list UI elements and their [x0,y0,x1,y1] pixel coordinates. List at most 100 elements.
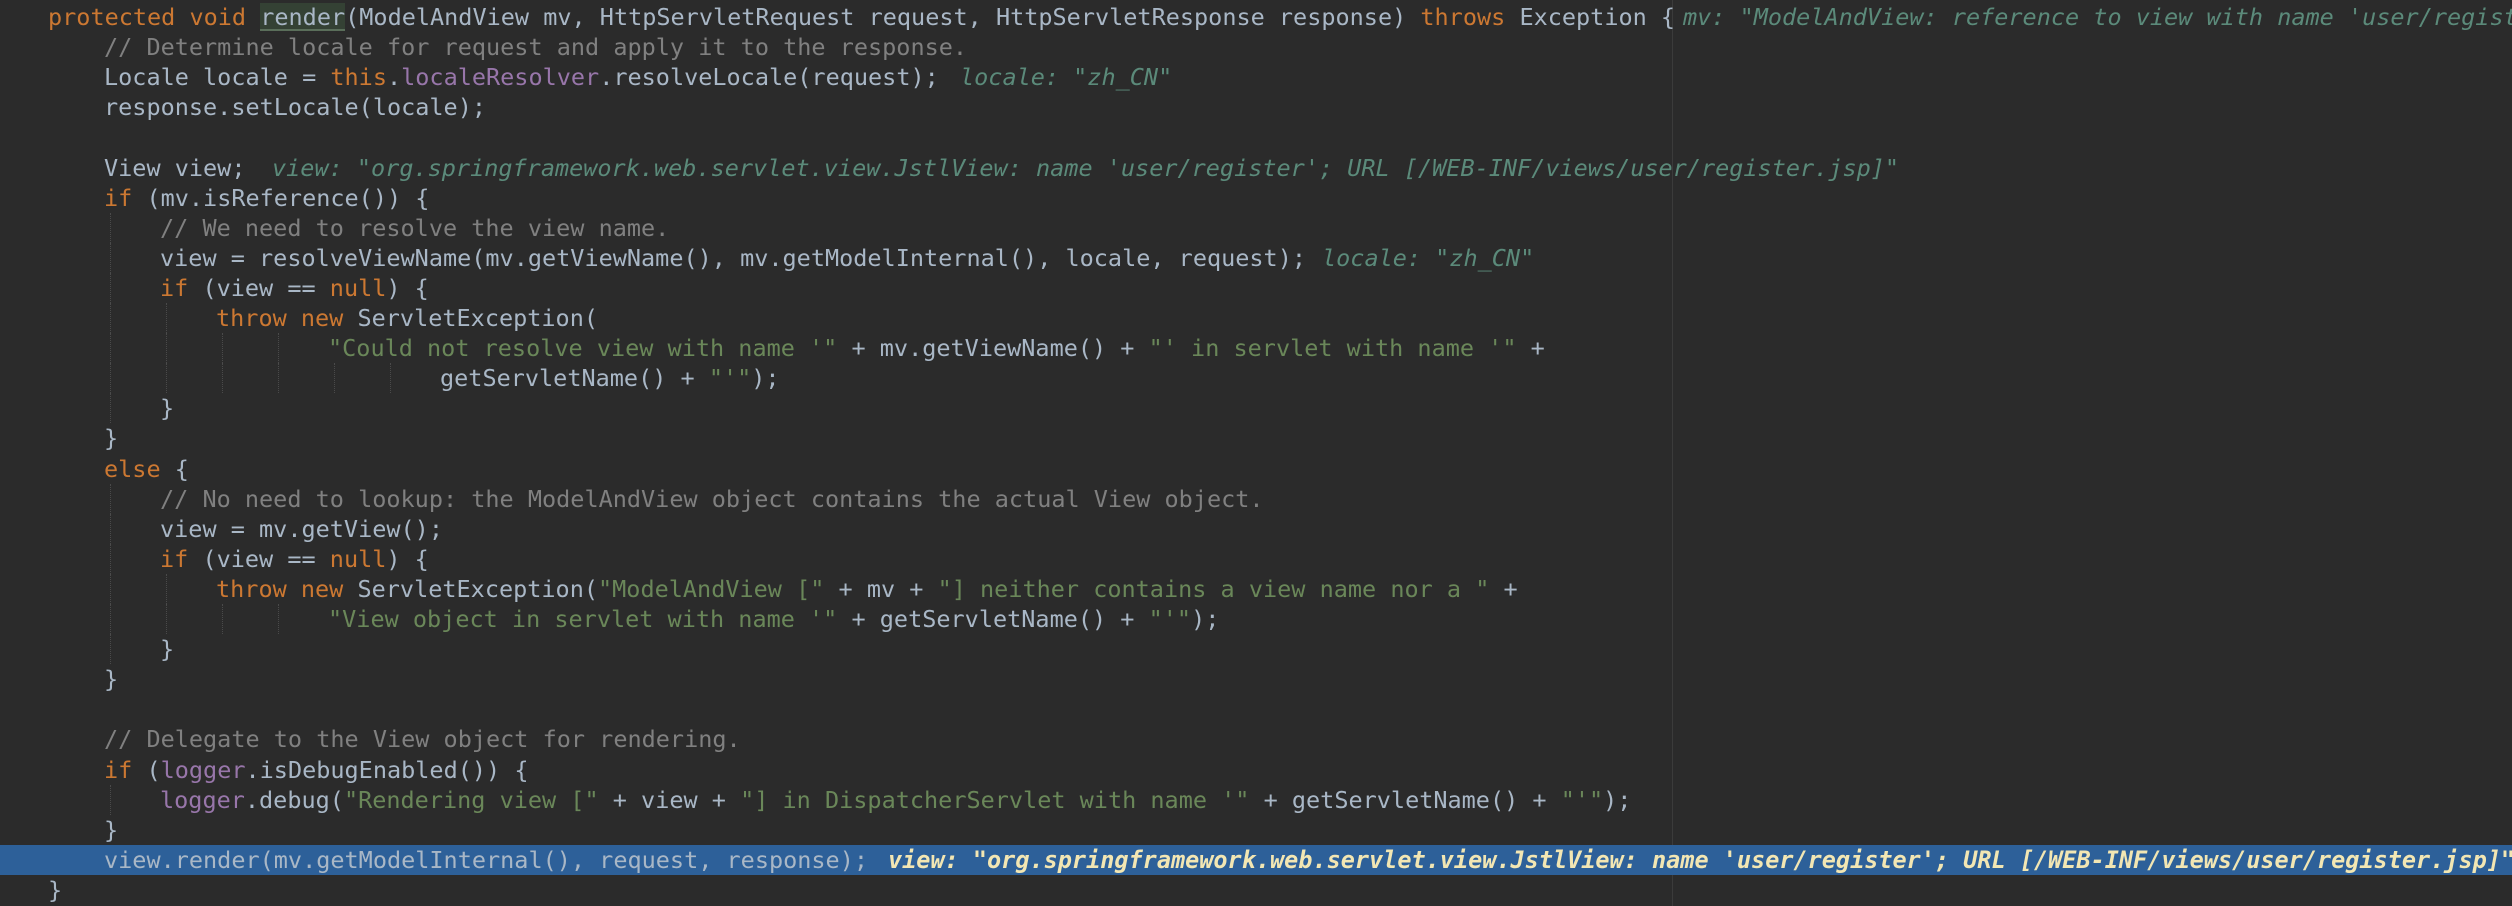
code-line[interactable]: if (logger.isDebugEnabled()) { [0,755,2512,785]
code-line[interactable]: if (mv.isReference()) { [0,183,2512,213]
code-text: // No need to lookup: the ModelAndView o… [160,484,1264,514]
indent-guide [110,333,111,364]
code-token: } [160,394,175,423]
indent-guide [166,604,167,634]
comment-token: // We need to resolve the view name. [160,213,670,242]
string-token: "'" [708,364,752,393]
indent-guide [110,272,111,303]
code-line[interactable]: } [0,634,2512,665]
code-line[interactable] [0,122,2512,152]
code-line[interactable]: "Could not resolve view with name '" + m… [0,333,2512,364]
code-line[interactable]: throw new ServletException( [0,303,2512,333]
code-token: view = mv.getView(); [160,514,443,543]
code-text: getServletName() + "'"); [440,363,780,393]
code-line[interactable]: getServletName() + "'"); [0,363,2512,394]
string-token: "Rendering view [" [343,785,599,814]
keyword-token: protected void [48,3,261,31]
code-text: } [104,815,118,845]
code-text: // Determine locale for request and appl… [104,32,967,62]
indent-guide [278,363,279,394]
code-line[interactable]: // We need to resolve the view name. [0,212,2512,243]
code-text: logger.debug("Rendering view [" + view +… [160,785,1631,815]
code-line[interactable]: // Delegate to the View object for rende… [0,724,2512,754]
code-text: if (view == null) { [160,544,429,574]
comment-token: // No need to lookup: the ModelAndView o… [160,484,1264,513]
code-token: + view + [598,785,741,814]
code-token: ( [146,755,161,784]
code-line[interactable]: } [0,875,2512,905]
code-line[interactable]: View view; view: "org.springframework.web… [0,153,2512,183]
code-line[interactable]: // No need to lookup: the ModelAndView o… [0,483,2512,514]
code-token: (view == [202,273,330,302]
code-token: ); [1191,605,1220,633]
string-token: "Could not resolve view with name '" [328,334,838,363]
code-token: } [48,875,63,904]
string-token: "'" [1148,605,1192,633]
highlighted-method-name: render [260,3,346,31]
code-token: Locale locale = [104,63,331,92]
indent-guide [110,483,111,514]
indent-guide [278,604,279,634]
code-text: if (mv.isReference()) { [104,183,429,213]
code-token: } [104,665,119,694]
string-token: "' in servlet with name '" [1148,334,1517,363]
code-line[interactable]: if (view == null) { [0,272,2512,303]
code-text: } [104,423,118,453]
code-token: + mv.getViewName() + [837,334,1149,363]
code-line[interactable]: } [0,393,2512,424]
keyword-token: if [160,544,203,573]
code-text: "Could not resolve view with name '" + m… [328,333,1545,363]
string-token: "] in DispatcherServlet with name '" [740,785,1250,814]
keyword-token: if [160,273,203,302]
code-editor[interactable]: protected void render(ModelAndView mv, H… [0,0,2512,906]
code-text: "View object in servlet with name '" + g… [328,604,1219,634]
indent-guide [110,393,111,424]
code-line[interactable]: throw new ServletException("ModelAndView… [0,573,2512,604]
code-token: ); [751,364,780,393]
code-line[interactable] [0,694,2512,724]
code-line[interactable]: view = mv.getView(); [0,513,2512,544]
code-line[interactable]: // Determine locale for request and appl… [0,32,2512,62]
code-line[interactable]: } [0,423,2512,453]
code-line[interactable]: else { [0,454,2512,484]
code-text: } [104,664,118,694]
string-token: "] neither contains a view name nor a " [937,574,1490,603]
indent-guide [110,303,111,333]
code-token: view = resolveViewName(mv.getViewName(),… [160,243,1307,272]
code-line[interactable]: Locale locale = this.localeResolver.reso… [0,62,2512,92]
debugger-inline-value-hint: view: "org.springframework.web.servlet.v… [272,153,1900,182]
indent-guide [110,363,111,394]
code-token: { [174,454,189,483]
code-line[interactable]: logger.debug("Rendering view [" + view +… [0,784,2512,815]
keyword-token: if [104,183,147,212]
keyword-token: else [104,454,175,483]
debugger-inline-value-hint: view: "org.springframework.web.servlet.v… [888,845,2512,874]
keyword-token: throws [1420,3,1520,31]
code-text: throw new ServletException("ModelAndView… [216,574,1518,604]
code-line[interactable]: } [0,664,2512,694]
code-token: Exception { [1519,3,1676,31]
code-token: ) { [386,544,429,573]
code-token: } [104,815,119,844]
code-line[interactable]: protected void render(ModelAndView mv, H… [0,2,2512,32]
code-text: view.render(mv.getModelInternal(), reque… [104,845,868,875]
code-line[interactable]: view = resolveViewName(mv.getViewName(),… [0,242,2512,273]
code-line[interactable]: response.setLocale(locale); [0,92,2512,122]
code-token: response.setLocale(locale); [104,93,487,122]
indent-guide [166,363,167,394]
code-text: } [160,393,174,423]
execution-point-line[interactable]: view.render(mv.getModelInternal(), reque… [0,844,2512,875]
code-line[interactable]: if (view == null) { [0,543,2512,574]
indent-guide [110,634,111,665]
code-token: ServletException( [357,304,599,332]
code-text: protected void render(ModelAndView mv, H… [48,2,1675,32]
code-line[interactable]: } [0,815,2512,845]
code-text: view = resolveViewName(mv.getViewName(),… [160,243,1306,273]
code-text: } [48,875,62,905]
indent-guide [222,363,223,394]
code-line[interactable]: "View object in servlet with name '" + g… [0,604,2512,634]
code-token: view.render(mv.getModelInternal(), reque… [104,845,869,874]
code-text: else { [104,454,189,484]
keyword-token: this [330,63,387,92]
code-token: + getServletName() + [1249,785,1561,814]
